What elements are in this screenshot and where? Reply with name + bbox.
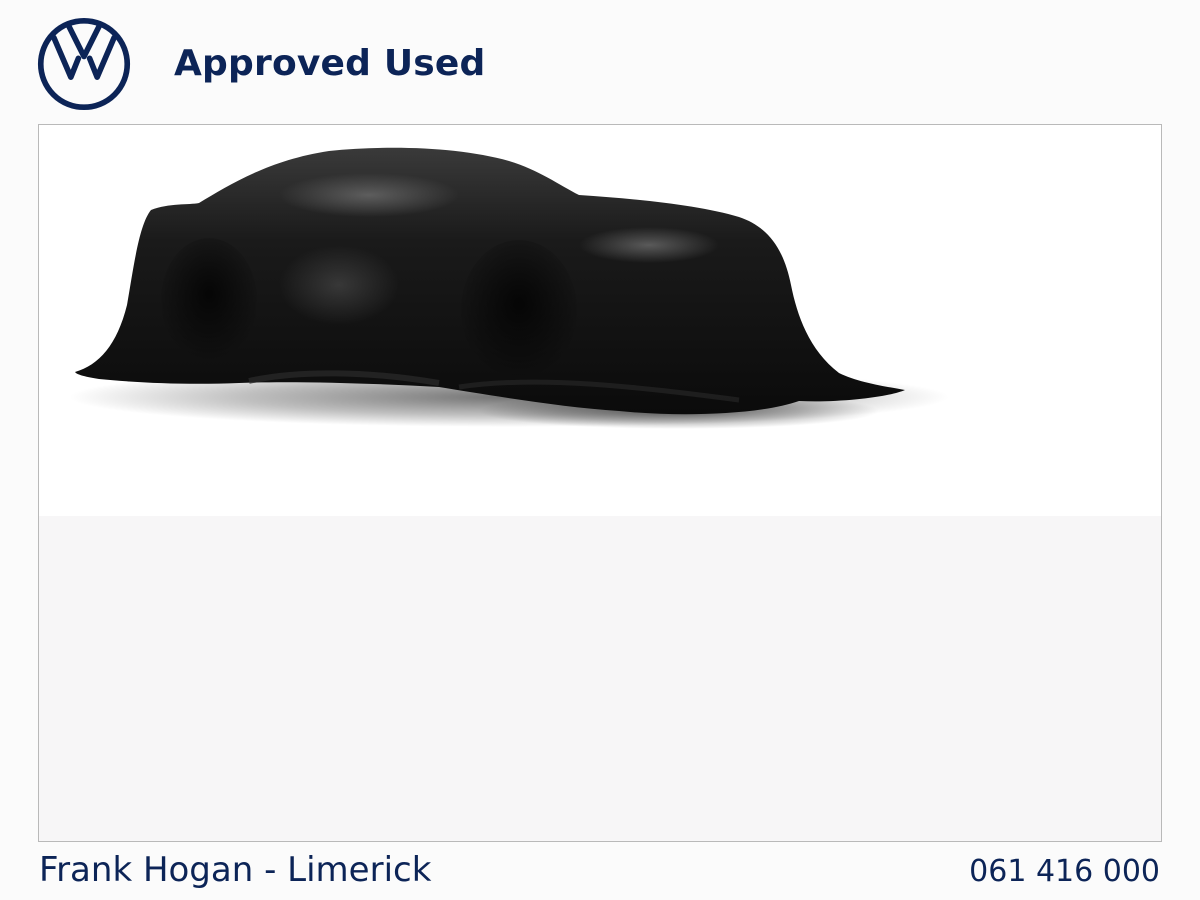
page-title: Approved Used bbox=[174, 43, 486, 84]
vw-logo-icon bbox=[37, 17, 131, 111]
header: Approved Used bbox=[0, 0, 1200, 125]
vehicle-image bbox=[38, 124, 1162, 842]
dealer-name: Frank Hogan - Limerick bbox=[39, 850, 432, 890]
dealer-phone: 061 416 000 bbox=[969, 854, 1160, 889]
covered-car-image bbox=[69, 147, 949, 429]
